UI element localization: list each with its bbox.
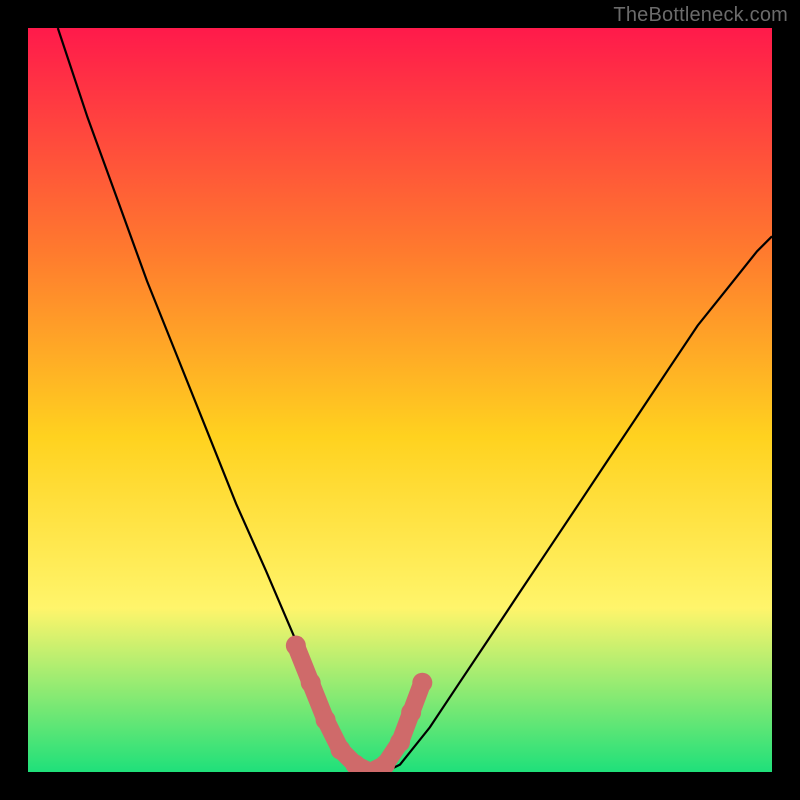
watermark-text: TheBottleneck.com <box>613 4 788 27</box>
highlight-dot <box>316 710 336 730</box>
highlight-dot <box>330 740 350 760</box>
bottleneck-chart <box>28 28 772 772</box>
chart-frame: TheBottleneck.com <box>0 0 800 800</box>
highlight-dot <box>390 732 410 752</box>
highlight-dot <box>286 636 306 656</box>
highlight-dot <box>301 673 321 693</box>
highlight-dot <box>412 673 432 693</box>
gradient-background <box>28 28 772 772</box>
highlight-dot <box>401 702 421 722</box>
plot-area <box>28 28 772 772</box>
